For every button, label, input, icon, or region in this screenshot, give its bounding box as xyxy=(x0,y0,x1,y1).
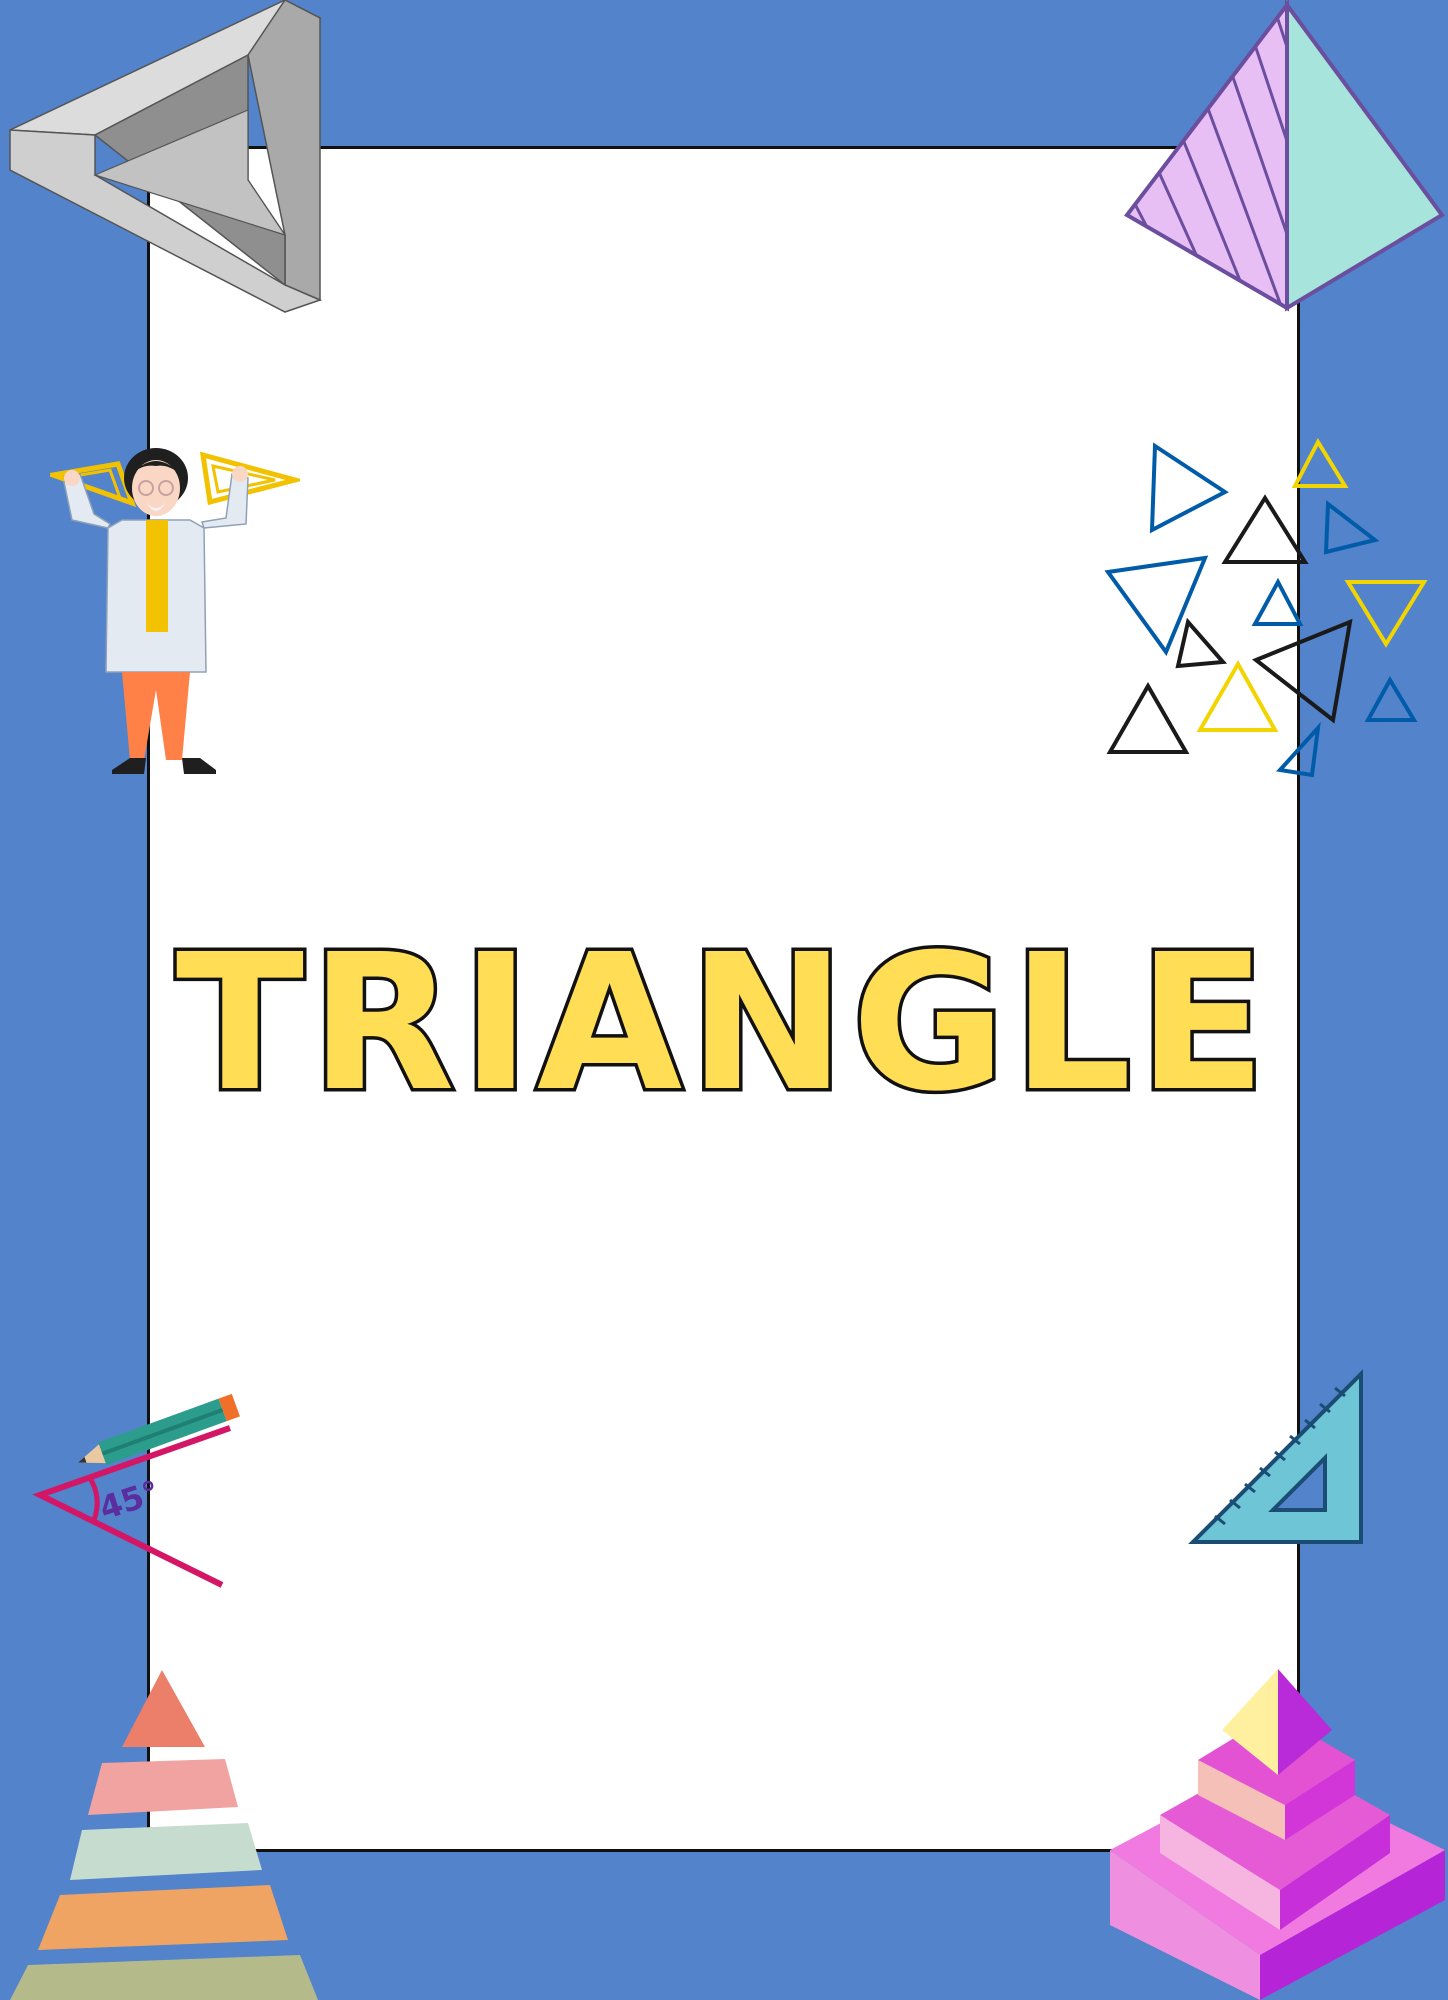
layered-3d-pyramid-icon xyxy=(1110,1669,1445,2000)
poster-title: TRIANGLE xyxy=(172,914,1273,1133)
pencil-protractor-angle-icon: 45° xyxy=(32,1393,240,1588)
impossible-triangle-icon xyxy=(9,0,323,313)
angle-label: 45° xyxy=(95,1473,164,1528)
pyramid-icon xyxy=(1124,0,1445,312)
poster: 45° TRIANGLE xyxy=(0,0,1448,2000)
scientist-holding-triangles-illustration xyxy=(50,448,300,774)
stacked-pyramid-icon xyxy=(10,1670,318,2000)
triangle-cluster-icon xyxy=(1104,437,1428,778)
set-square-ruler-icon xyxy=(1188,1369,1363,1544)
